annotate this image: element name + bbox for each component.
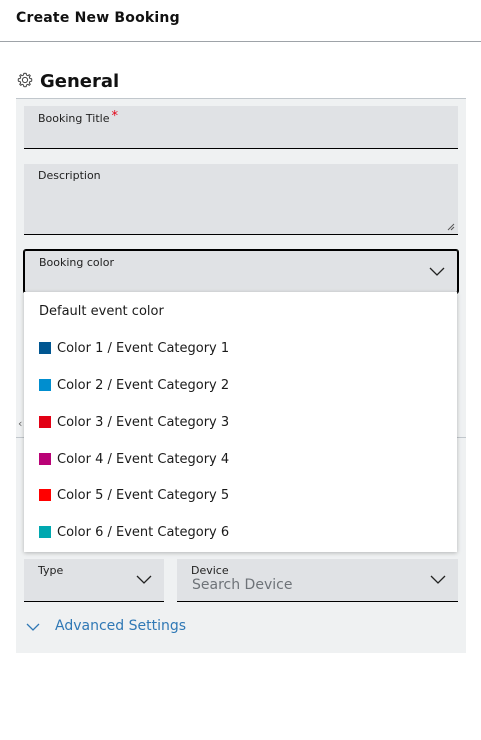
color-option-6[interactable]: Color 6 / Event Category 6 bbox=[24, 514, 457, 551]
color-swatch bbox=[39, 342, 51, 354]
gear-icon bbox=[17, 72, 33, 88]
chevron-down-icon bbox=[429, 267, 445, 276]
page-header: Create New Booking bbox=[0, 0, 481, 42]
section-general-header[interactable]: General bbox=[16, 70, 466, 99]
color-option-5[interactable]: Color 5 / Event Category 5 bbox=[24, 477, 457, 514]
color-option-1[interactable]: Color 1 / Event Category 1 bbox=[24, 330, 457, 367]
advanced-settings-label: Advanced Settings bbox=[55, 618, 187, 634]
booking-color-label: Booking color bbox=[39, 256, 114, 269]
type-select[interactable]: Type bbox=[24, 559, 164, 602]
booking-color-select[interactable]: Booking color bbox=[23, 249, 459, 294]
color-swatch bbox=[39, 379, 51, 391]
color-swatch bbox=[39, 526, 51, 538]
section-title: General bbox=[40, 71, 120, 92]
partial-icon: ‹ bbox=[18, 417, 23, 430]
chevron-down-icon bbox=[136, 575, 152, 584]
color-option-4[interactable]: Color 4 / Event Category 4 bbox=[24, 441, 457, 478]
booking-title-label: Booking Title * bbox=[38, 109, 118, 125]
device-label: Device bbox=[191, 564, 229, 577]
color-swatch bbox=[39, 453, 51, 465]
device-select[interactable]: Device Search Device bbox=[177, 559, 458, 602]
color-swatch bbox=[39, 416, 51, 428]
device-search-placeholder: Search Device bbox=[192, 577, 293, 593]
chevron-down-icon bbox=[430, 575, 446, 584]
color-option-default[interactable]: Default event color bbox=[24, 293, 457, 330]
booking-title-field[interactable]: Booking Title * bbox=[24, 106, 458, 149]
type-label: Type bbox=[38, 564, 64, 577]
color-option-2[interactable]: Color 2 / Event Category 2 bbox=[24, 367, 457, 404]
resize-handle-icon[interactable] bbox=[447, 223, 455, 231]
booking-color-dropdown: Default event color Color 1 / Event Cate… bbox=[24, 292, 457, 552]
color-option-3[interactable]: Color 3 / Event Category 3 bbox=[24, 404, 457, 441]
description-field[interactable]: Description bbox=[24, 164, 458, 235]
description-label: Description bbox=[38, 169, 101, 182]
color-swatch bbox=[39, 489, 51, 501]
chevron-down-icon bbox=[26, 623, 40, 631]
required-marker: * bbox=[111, 109, 118, 124]
page-title: Create New Booking bbox=[16, 10, 180, 26]
